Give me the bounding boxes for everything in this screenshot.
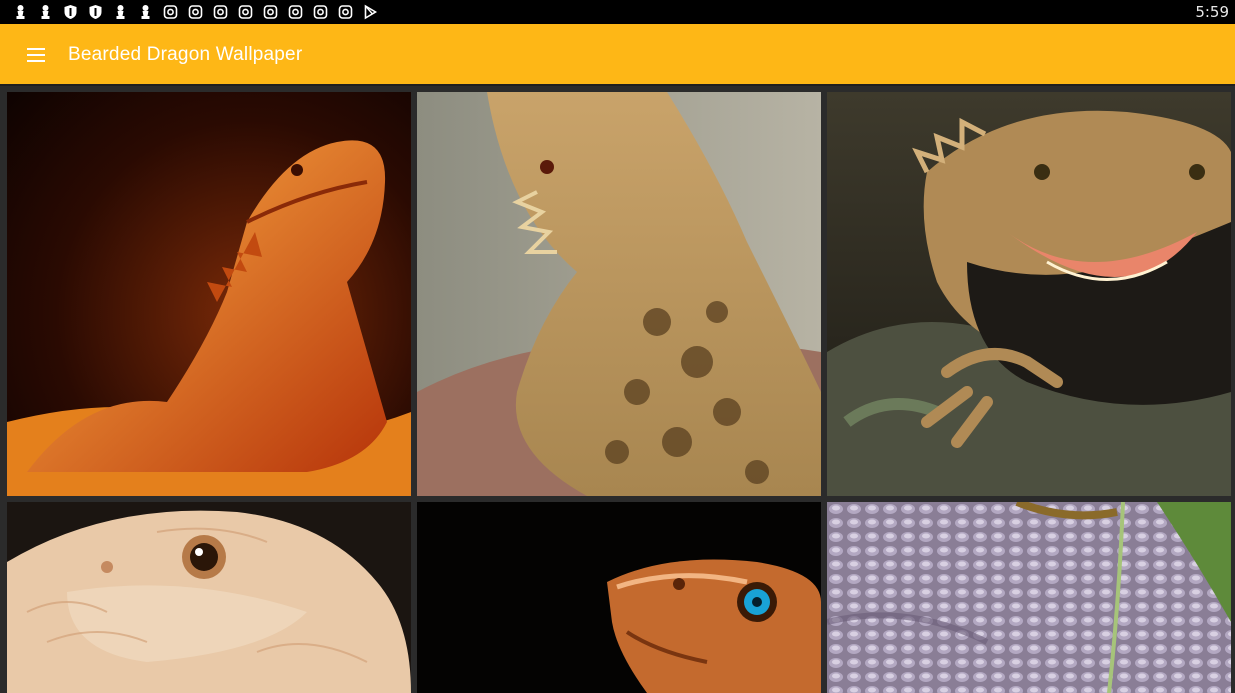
wallpaper-image-purple-scales xyxy=(827,502,1231,693)
wallpaper-thumbnail[interactable] xyxy=(7,502,411,693)
wallpaper-image-open-mouth-dragon xyxy=(827,92,1231,496)
instagram-icon xyxy=(238,5,253,19)
wallpaper-image-orange-dragon xyxy=(7,92,411,496)
app-bar: Bearded Dragon Wallpaper xyxy=(0,24,1235,86)
wallpaper-image-spiky-dragon xyxy=(417,92,821,496)
instagram-icon xyxy=(313,5,328,19)
wallpaper-thumbnail[interactable] xyxy=(827,502,1231,693)
wallpaper-thumbnail[interactable] xyxy=(417,92,821,496)
app-title: Bearded Dragon Wallpaper xyxy=(68,44,303,65)
shield-icon xyxy=(89,5,102,19)
wallpaper-image-pale-dragon-eye xyxy=(7,502,411,693)
instagram-icon xyxy=(263,5,278,19)
instagram-icon xyxy=(188,5,203,19)
chess-pawn-icon xyxy=(16,5,25,19)
wallpaper-grid xyxy=(0,86,1235,693)
chess-pawn-icon xyxy=(41,5,50,19)
status-bar: 5:59 xyxy=(0,0,1235,24)
instagram-icon xyxy=(338,5,353,19)
shield-icon xyxy=(64,5,77,19)
instagram-icon xyxy=(213,5,228,19)
status-clock: 5:59 xyxy=(1195,3,1229,21)
wallpaper-thumbnail[interactable] xyxy=(417,502,821,693)
instagram-icon xyxy=(288,5,303,19)
chess-pawn-icon xyxy=(141,5,150,19)
wallpaper-thumbnail[interactable] xyxy=(7,92,411,496)
notification-icons xyxy=(12,4,379,20)
chess-pawn-icon xyxy=(116,5,125,19)
play-store-icon xyxy=(364,4,378,20)
wallpaper-image-blue-eye-dragon xyxy=(417,502,821,693)
hamburger-menu-icon[interactable] xyxy=(20,39,54,71)
wallpaper-thumbnail[interactable] xyxy=(827,92,1231,496)
instagram-icon xyxy=(163,5,178,19)
